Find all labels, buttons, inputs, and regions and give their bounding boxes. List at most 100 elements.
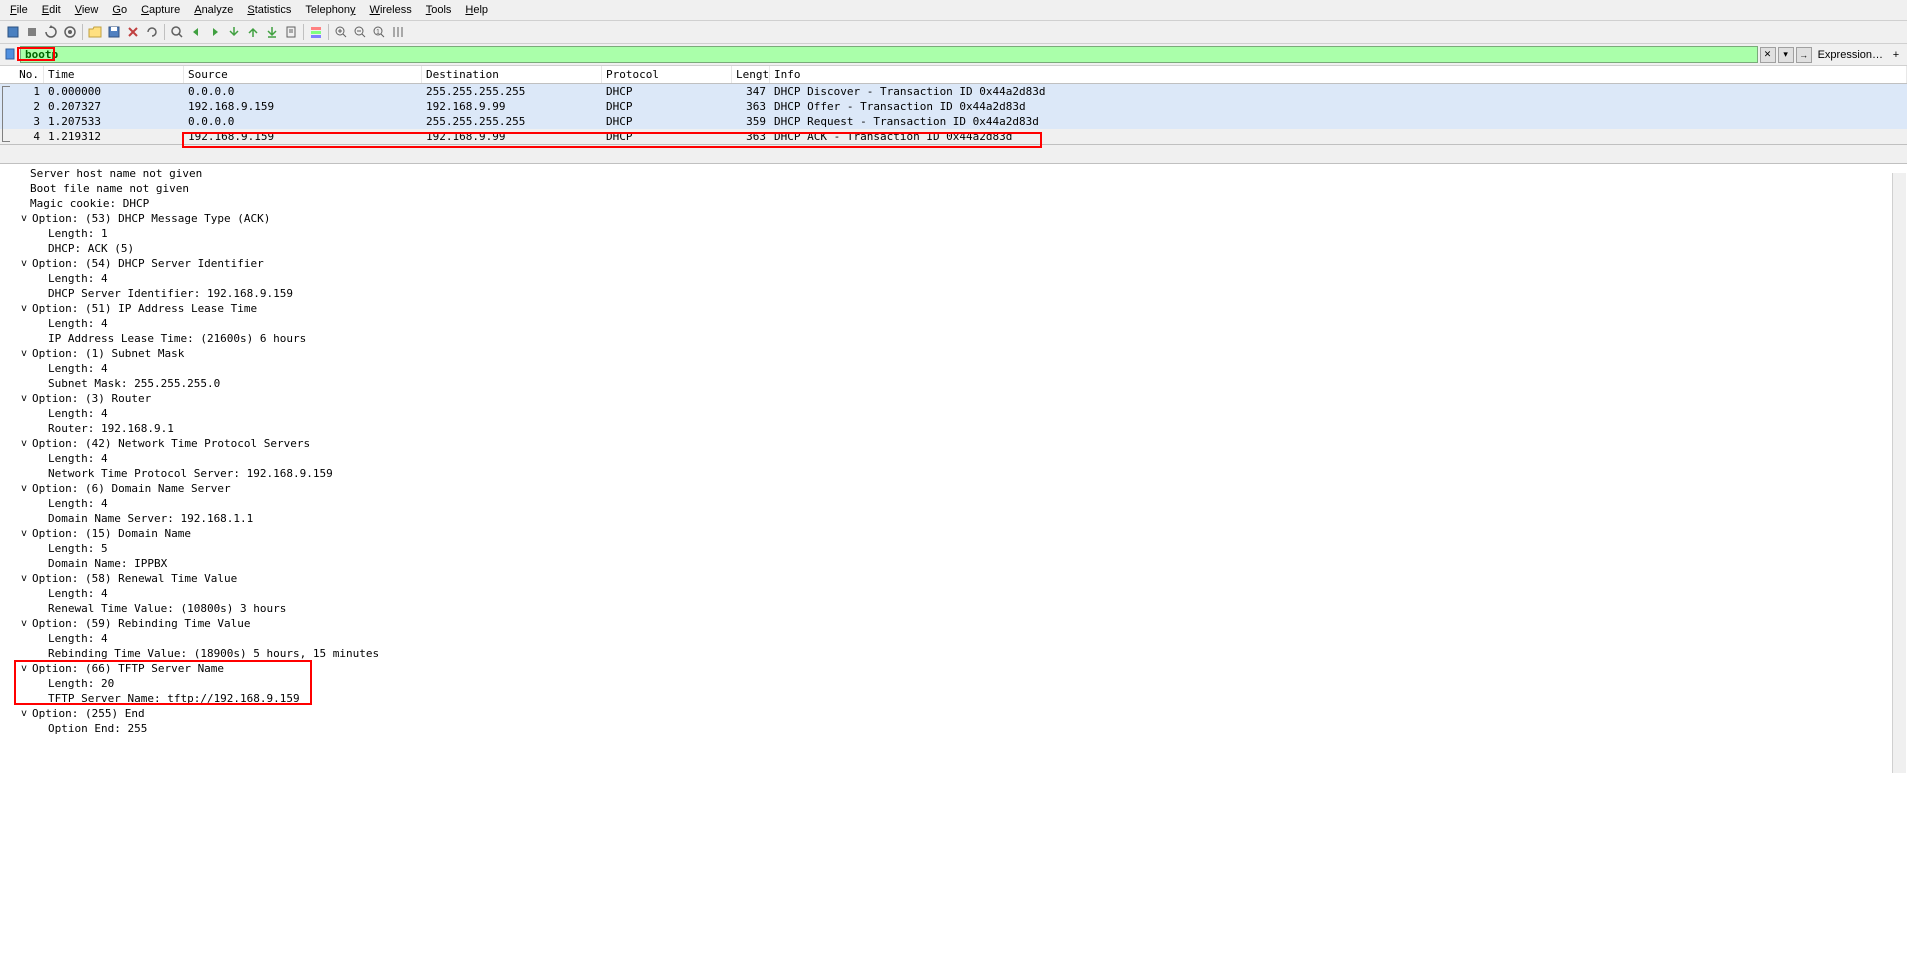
detail-tree-item[interactable]: Length: 4 xyxy=(0,316,1907,331)
start-capture-icon[interactable] xyxy=(4,23,22,41)
expand-caret-icon[interactable]: v xyxy=(18,438,30,449)
detail-tree-item[interactable]: Length: 5 xyxy=(0,541,1907,556)
go-last-icon[interactable] xyxy=(263,23,281,41)
detail-tree-item[interactable]: Option End: 255 xyxy=(0,721,1907,736)
resize-columns-icon[interactable] xyxy=(389,23,407,41)
add-filter-button[interactable]: + xyxy=(1889,48,1903,62)
expand-caret-icon[interactable]: v xyxy=(18,618,30,629)
expand-caret-icon[interactable]: v xyxy=(18,348,30,359)
menu-view[interactable]: View xyxy=(69,2,105,18)
detail-tree-item[interactable]: Length: 4 xyxy=(0,451,1907,466)
display-filter-input[interactable] xyxy=(20,46,1758,63)
detail-tree-item[interactable]: IP Address Lease Time: (21600s) 6 hours xyxy=(0,331,1907,346)
col-info[interactable]: Info xyxy=(770,66,1907,83)
detail-tree-item[interactable]: Length: 4 xyxy=(0,586,1907,601)
menu-analyze[interactable]: Analyze xyxy=(188,2,239,18)
open-file-icon[interactable] xyxy=(86,23,104,41)
expand-caret-icon[interactable]: v xyxy=(18,663,30,674)
detail-tree-item[interactable]: Length: 4 xyxy=(0,631,1907,646)
stop-capture-icon[interactable] xyxy=(23,23,41,41)
expand-caret-icon[interactable]: v xyxy=(18,708,30,719)
zoom-in-icon[interactable] xyxy=(332,23,350,41)
menu-capture[interactable]: Capture xyxy=(135,2,186,18)
detail-tree-item[interactable]: vOption: (66) TFTP Server Name xyxy=(0,661,1907,676)
save-file-icon[interactable] xyxy=(105,23,123,41)
menu-help[interactable]: Help xyxy=(459,2,494,18)
detail-tree-item[interactable]: Length: 20 xyxy=(0,676,1907,691)
zoom-reset-icon[interactable]: 1 xyxy=(370,23,388,41)
menu-file[interactable]: File xyxy=(4,2,34,18)
detail-tree-item[interactable]: vOption: (53) DHCP Message Type (ACK) xyxy=(0,211,1907,226)
auto-scroll-icon[interactable] xyxy=(282,23,300,41)
detail-tree-item[interactable]: vOption: (255) End xyxy=(0,706,1907,721)
reload-icon[interactable] xyxy=(143,23,161,41)
detail-tree-item[interactable]: Subnet Mask: 255.255.255.0 xyxy=(0,376,1907,391)
expand-caret-icon[interactable]: v xyxy=(18,528,30,539)
expand-caret-icon[interactable]: v xyxy=(18,303,30,314)
menu-tools[interactable]: Tools xyxy=(420,2,458,18)
detail-tree-item[interactable]: vOption: (42) Network Time Protocol Serv… xyxy=(0,436,1907,451)
menu-go[interactable]: Go xyxy=(106,2,133,18)
detail-tree-item[interactable]: vOption: (3) Router xyxy=(0,391,1907,406)
menu-edit[interactable]: Edit xyxy=(36,2,67,18)
detail-tree-item[interactable]: Magic cookie: DHCP xyxy=(0,196,1907,211)
filter-apply-button[interactable]: → xyxy=(1796,47,1812,63)
detail-tree-item[interactable]: Length: 1 xyxy=(0,226,1907,241)
detail-tree-item[interactable]: DHCP Server Identifier: 192.168.9.159 xyxy=(0,286,1907,301)
expand-caret-icon[interactable]: v xyxy=(18,213,30,224)
col-no[interactable]: No. xyxy=(0,66,44,83)
col-length[interactable]: Length xyxy=(732,66,770,83)
detail-tree-item[interactable]: Router: 192.168.9.1 xyxy=(0,421,1907,436)
col-destination[interactable]: Destination xyxy=(422,66,602,83)
close-file-icon[interactable] xyxy=(124,23,142,41)
detail-tree-item[interactable]: Length: 4 xyxy=(0,271,1907,286)
detail-tree-item[interactable]: DHCP: ACK (5) xyxy=(0,241,1907,256)
detail-tree-item[interactable]: Renewal Time Value: (10800s) 3 hours xyxy=(0,601,1907,616)
go-forward-icon[interactable] xyxy=(206,23,224,41)
detail-tree-item[interactable]: vOption: (51) IP Address Lease Time xyxy=(0,301,1907,316)
menu-wireless[interactable]: Wireless xyxy=(364,2,418,18)
capture-options-icon[interactable] xyxy=(61,23,79,41)
detail-tree-item[interactable]: Rebinding Time Value: (18900s) 5 hours, … xyxy=(0,646,1907,661)
detail-tree-item[interactable]: vOption: (1) Subnet Mask xyxy=(0,346,1907,361)
detail-tree-item[interactable]: Domain Name Server: 192.168.1.1 xyxy=(0,511,1907,526)
colorize-icon[interactable] xyxy=(307,23,325,41)
vertical-scrollbar[interactable] xyxy=(1892,173,1906,773)
detail-tree-item[interactable]: Length: 4 xyxy=(0,496,1907,511)
detail-tree-item[interactable]: vOption: (15) Domain Name xyxy=(0,526,1907,541)
menu-statistics[interactable]: Statistics xyxy=(241,2,297,18)
pane-divider[interactable] xyxy=(0,144,1907,164)
menu-telephony[interactable]: Telephony xyxy=(299,2,361,18)
restart-capture-icon[interactable] xyxy=(42,23,60,41)
packet-row[interactable]: 31.2075330.0.0.0255.255.255.255DHCP359DH… xyxy=(0,114,1907,129)
col-source[interactable]: Source xyxy=(184,66,422,83)
col-protocol[interactable]: Protocol xyxy=(602,66,732,83)
expand-caret-icon[interactable]: v xyxy=(18,393,30,404)
detail-tree-item[interactable]: vOption: (58) Renewal Time Value xyxy=(0,571,1907,586)
expression-button[interactable]: Expression… xyxy=(1818,49,1883,61)
jump-to-icon[interactable] xyxy=(225,23,243,41)
detail-tree-item[interactable]: TFTP Server Name: tftp://192.168.9.159 xyxy=(0,691,1907,706)
go-back-icon[interactable] xyxy=(187,23,205,41)
bookmark-filter-icon[interactable] xyxy=(4,48,18,62)
detail-tree-item[interactable]: vOption: (59) Rebinding Time Value xyxy=(0,616,1907,631)
detail-tree-item[interactable]: Network Time Protocol Server: 192.168.9.… xyxy=(0,466,1907,481)
packet-row[interactable]: 10.0000000.0.0.0255.255.255.255DHCP347DH… xyxy=(0,84,1907,99)
detail-tree-item[interactable]: Boot file name not given xyxy=(0,181,1907,196)
go-first-icon[interactable] xyxy=(244,23,262,41)
packet-row[interactable]: 20.207327192.168.9.159192.168.9.99DHCP36… xyxy=(0,99,1907,114)
filter-dropdown-button[interactable]: ▾ xyxy=(1778,47,1794,63)
expand-caret-icon[interactable]: v xyxy=(18,258,30,269)
expand-caret-icon[interactable]: v xyxy=(18,573,30,584)
detail-tree-item[interactable]: vOption: (54) DHCP Server Identifier xyxy=(0,256,1907,271)
col-time[interactable]: Time xyxy=(44,66,184,83)
clear-filter-button[interactable]: ✕ xyxy=(1760,47,1776,63)
detail-tree-item[interactable]: Length: 4 xyxy=(0,406,1907,421)
zoom-out-icon[interactable] xyxy=(351,23,369,41)
packet-row[interactable]: 41.219312192.168.9.159192.168.9.99DHCP36… xyxy=(0,129,1907,144)
detail-tree-item[interactable]: Server host name not given xyxy=(0,166,1907,181)
detail-tree-item[interactable]: Length: 4 xyxy=(0,361,1907,376)
detail-tree-item[interactable]: Domain Name: IPPBX xyxy=(0,556,1907,571)
expand-caret-icon[interactable]: v xyxy=(18,483,30,494)
find-icon[interactable] xyxy=(168,23,186,41)
